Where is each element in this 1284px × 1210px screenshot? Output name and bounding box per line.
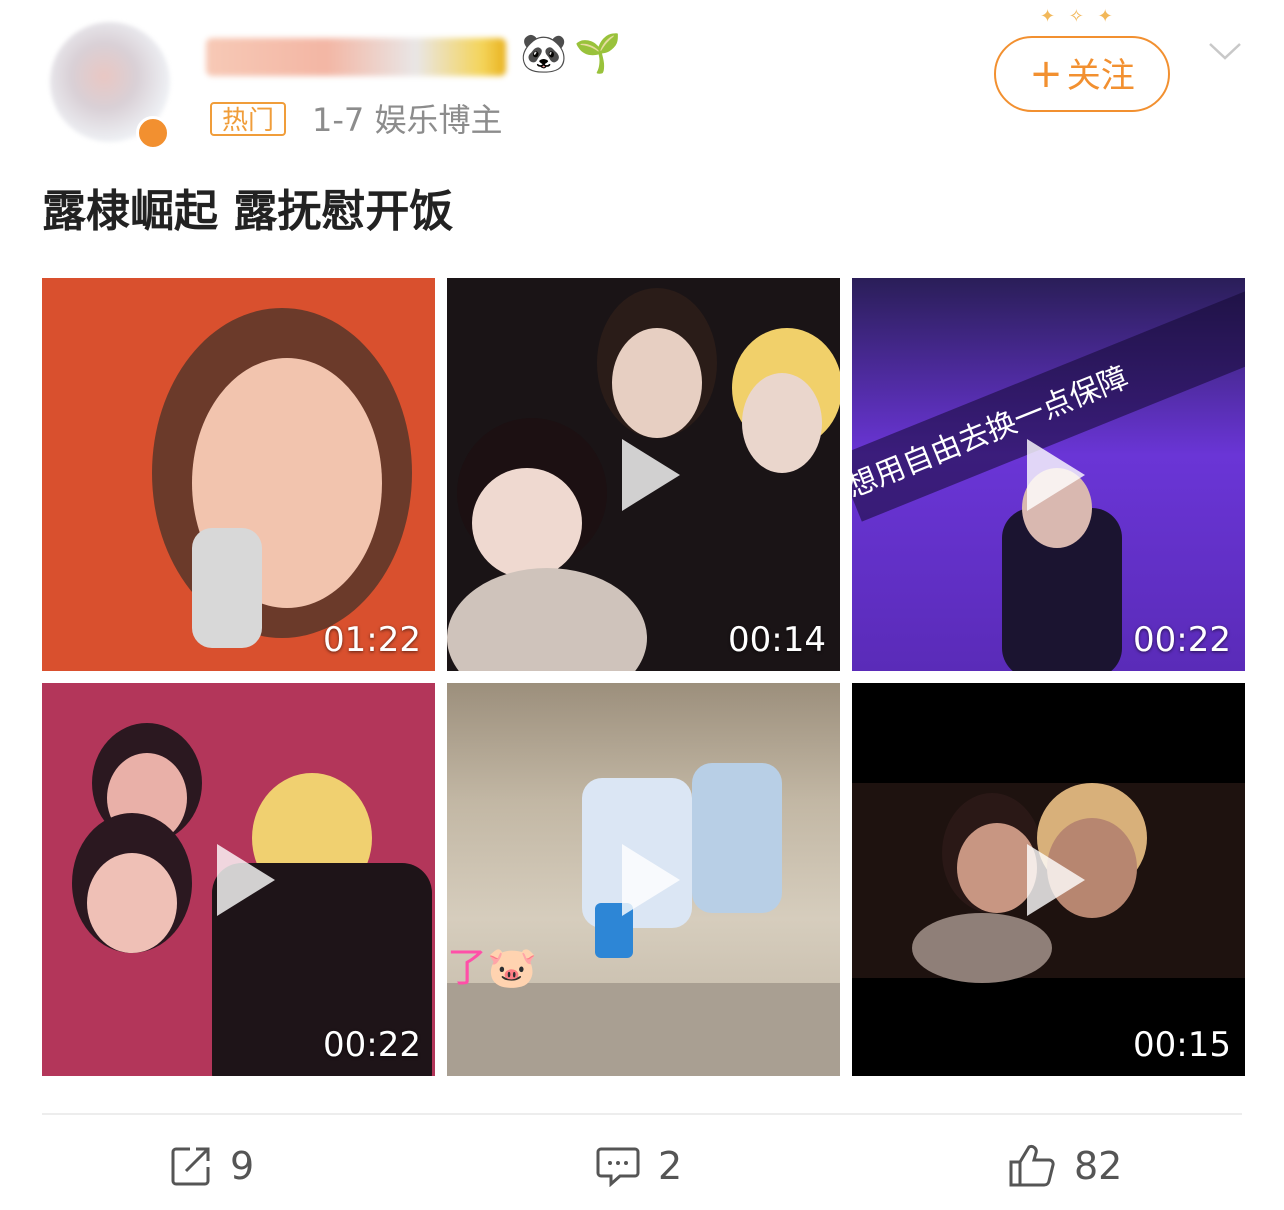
repost-count: 9: [230, 1144, 255, 1188]
follow-label: 关注: [1066, 56, 1135, 96]
chevron-down-icon[interactable]: [1208, 34, 1242, 68]
like-button[interactable]: 82: [1008, 1140, 1122, 1192]
video-duration: 00:15: [1133, 1025, 1231, 1065]
video-thumbnail-2[interactable]: 00:14: [447, 278, 840, 671]
comment-button[interactable]: 2: [596, 1140, 682, 1192]
video-duration: 00:22: [323, 1025, 421, 1065]
panda-emoji-icon: 🐼: [520, 31, 568, 75]
plus-icon: +: [1029, 51, 1063, 97]
video-thumbnail-4[interactable]: 00:22: [42, 683, 435, 1076]
play-icon: [216, 843, 275, 916]
username-blurred[interactable]: [206, 38, 506, 76]
video-grid: 01:22 00:14 想用自由去换一点保障 00:22 00:22 了🐷 00…: [42, 278, 1246, 1076]
play-icon: [1026, 843, 1085, 916]
sparkle-decoration-icon: ✦ ✧ ✦: [1040, 6, 1117, 27]
divider: [42, 1113, 1242, 1115]
video-duration: 00:14: [728, 620, 826, 660]
follow-button[interactable]: + 关注: [994, 36, 1170, 112]
post-meta: 1-7 娱乐博主: [312, 101, 503, 139]
repost-icon: [171, 1147, 210, 1186]
video-thumbnail-6[interactable]: 00:15: [852, 683, 1245, 1076]
like-count: 82: [1074, 1144, 1123, 1188]
repost-button[interactable]: 9: [170, 1140, 254, 1192]
sticker-text: 了🐷: [447, 945, 537, 991]
thumbs-up-icon: [1009, 1145, 1055, 1187]
play-icon: [621, 843, 680, 916]
video-thumbnail-3[interactable]: 想用自由去换一点保障 00:22: [852, 278, 1245, 671]
comment-count: 2: [658, 1144, 683, 1188]
sprout-emoji-icon: 🌱: [574, 31, 622, 75]
post-header: 🐼 🌱 热门 1-7 娱乐博主 ✦ ✧ ✦ + 关注: [0, 0, 1284, 160]
video-duration: 00:22: [1133, 620, 1231, 660]
play-icon: [1026, 438, 1085, 511]
hot-tag: 热门: [210, 102, 287, 136]
verified-badge-icon: [136, 116, 170, 150]
video-duration: 01:22: [323, 620, 421, 660]
video-thumbnail-5[interactable]: 了🐷: [447, 683, 840, 1076]
video-thumbnail-1[interactable]: 01:22: [42, 278, 435, 671]
play-icon: [621, 438, 680, 511]
comment-icon: [596, 1147, 640, 1187]
post-text: 露棣崛起 露抚慰开饭: [42, 186, 454, 237]
